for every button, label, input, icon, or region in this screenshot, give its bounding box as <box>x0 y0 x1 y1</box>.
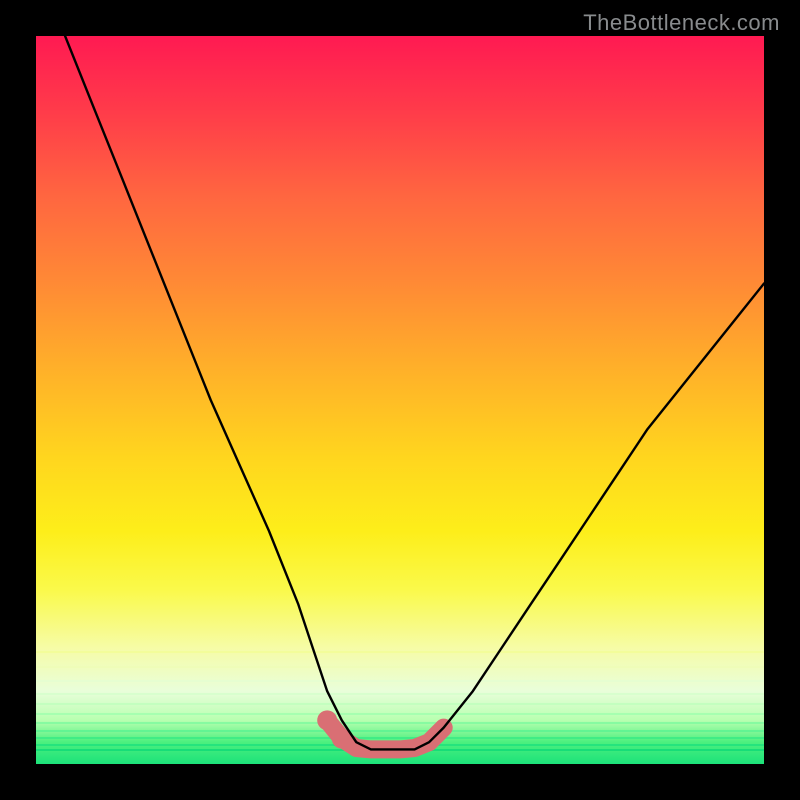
chart-stage: TheBottleneck.com <box>0 0 800 800</box>
plot-area <box>36 36 764 764</box>
marker-dot <box>317 710 337 730</box>
curve-layer <box>36 36 764 764</box>
watermark-text: TheBottleneck.com <box>583 10 780 36</box>
bottleneck-curve <box>65 36 764 749</box>
